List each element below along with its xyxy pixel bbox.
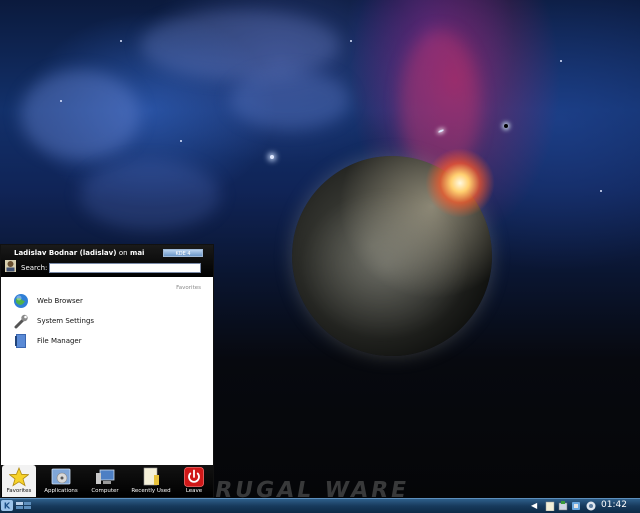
favorites-panel: Favorites Web Browser System Settings Fi… — [1, 277, 213, 465]
kickoff-launcher-icon[interactable]: K — [1, 500, 13, 511]
power-icon — [184, 467, 204, 487]
favorite-label: Web Browser — [37, 297, 83, 305]
favorite-web-browser[interactable]: Web Browser — [13, 292, 203, 310]
user-on-label: on — [118, 249, 128, 257]
favorite-file-manager[interactable]: File Manager — [13, 332, 203, 350]
tray-expand-arrow-icon[interactable]: ◀ — [531, 501, 537, 510]
nebula-cloud — [230, 70, 350, 130]
device-notifier-icon[interactable] — [558, 501, 568, 511]
star — [600, 190, 602, 192]
tab-label: Computer — [91, 488, 119, 494]
recent-icon — [143, 467, 159, 486]
favorites-title: Favorites — [176, 285, 201, 291]
star — [350, 40, 352, 42]
kde-logo-badge: KDE 4 — [163, 249, 203, 257]
nebula-cloud — [20, 70, 140, 160]
network-icon[interactable] — [571, 501, 581, 511]
tab-leave[interactable]: Leave — [175, 465, 213, 497]
desktop-pager[interactable] — [16, 502, 32, 510]
nebula-cloud — [80, 160, 220, 230]
favorite-system-settings[interactable]: System Settings — [13, 312, 203, 330]
tab-favorites[interactable]: Favorites — [2, 465, 36, 497]
computer-icon — [96, 469, 115, 484]
user-info: Ladislav Bodnar (ladislav) on mai — [14, 249, 144, 257]
user-avatar-icon — [5, 260, 16, 272]
svg-text:K: K — [4, 502, 11, 511]
host-name: mai — [130, 249, 145, 257]
globe-icon — [13, 293, 29, 309]
applications-icon — [51, 468, 71, 485]
wallpaper-logo-text: RUGAL WARE — [212, 478, 412, 500]
bottom-panel: K ◀ 01:42 — [0, 498, 640, 513]
star — [120, 40, 122, 42]
wrench-icon — [13, 313, 29, 329]
sun-flare — [425, 148, 495, 218]
star — [560, 60, 562, 62]
kickoff-header: Ladislav Bodnar (ladislav) on mai KDE 4 … — [1, 245, 213, 277]
clock[interactable]: 01:42 — [601, 500, 627, 510]
user-name: Ladislav Bodnar (ladislav) — [14, 249, 117, 257]
file-manager-icon — [13, 333, 29, 349]
search-input[interactable] — [49, 263, 201, 273]
tab-label: Applications — [44, 488, 78, 494]
search-label: Search: — [21, 264, 48, 272]
tab-label: Leave — [185, 488, 203, 494]
star — [60, 100, 62, 102]
tab-label: Recently Used — [131, 488, 171, 494]
star-icon — [9, 467, 29, 487]
kickoff-tab-bar: Favorites Applications Computer Recently… — [1, 465, 213, 497]
star — [180, 140, 182, 142]
tray-menu-icon[interactable] — [586, 501, 596, 511]
tab-recently-used[interactable]: Recently Used — [129, 465, 173, 497]
favorite-label: System Settings — [37, 317, 95, 325]
tab-computer[interactable]: Computer — [85, 465, 125, 497]
favorite-label: File Manager — [37, 337, 82, 345]
tab-label: Favorites — [6, 488, 32, 494]
tab-applications[interactable]: Applications — [41, 465, 81, 497]
star — [270, 155, 274, 159]
nebula-cloud — [140, 10, 340, 80]
kickoff-menu: Ladislav Bodnar (ladislav) on mai KDE 4 … — [0, 244, 214, 498]
star — [504, 124, 508, 128]
clipboard-icon[interactable] — [545, 501, 555, 511]
